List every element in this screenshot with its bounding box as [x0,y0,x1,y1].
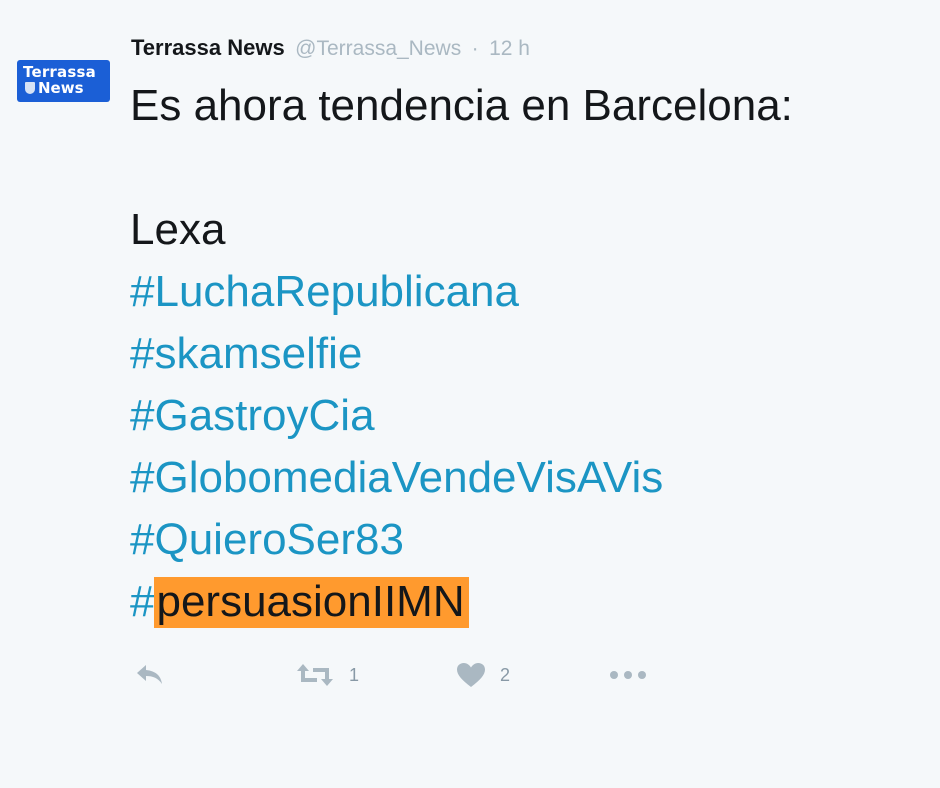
tweet-text: Es ahora tendencia en Barcelona: Lexa #L… [130,75,930,633]
tweet-actions: 1 2 [130,655,690,695]
hashtag-link[interactable]: #LuchaRepublicana [130,261,930,323]
avatar-line-2: News [38,79,84,97]
seal-icon [25,82,35,94]
avatar-line-1: Terrassa [23,63,96,81]
hashtag-link[interactable]: #QuieroSer83 [130,509,930,571]
more-dots-icon [610,671,646,679]
tweet-intro: Es ahora tendencia en Barcelona: [130,81,793,130]
retweet-icon [297,664,333,686]
reply-icon [137,665,162,684]
author-avatar[interactable]: Terrassa News [17,60,110,102]
author-name[interactable]: Terrassa News [131,35,285,60]
like-count: 2 [500,664,511,685]
retweet-count: 1 [349,664,360,685]
reply-button[interactable] [134,655,166,695]
like-button[interactable]: 2 [456,655,510,695]
hashtag-link[interactable]: #skamselfie [130,323,930,385]
author-handle[interactable]: @Terrassa_News [295,37,461,60]
heart-icon [457,663,485,687]
hashtag-link[interactable]: #GlobomediaVendeVisAVis [130,447,930,509]
hashtag-link-highlighted[interactable]: #persuasionIIMN [130,571,930,633]
hashtag-symbol: # [130,577,155,626]
header-separator: · [471,37,479,60]
tweet-header: Terrassa News @Terrassa_News · 12 h [131,34,530,65]
trend-item-plain: Lexa [130,205,226,254]
retweet-button[interactable]: 1 [295,655,359,695]
tweet-timestamp[interactable]: 12 h [489,37,530,60]
more-button[interactable] [608,655,648,695]
highlighted-hashtag-text: persuasionIIMN [154,577,469,628]
hashtag-link[interactable]: #GastroyCia [130,385,930,447]
